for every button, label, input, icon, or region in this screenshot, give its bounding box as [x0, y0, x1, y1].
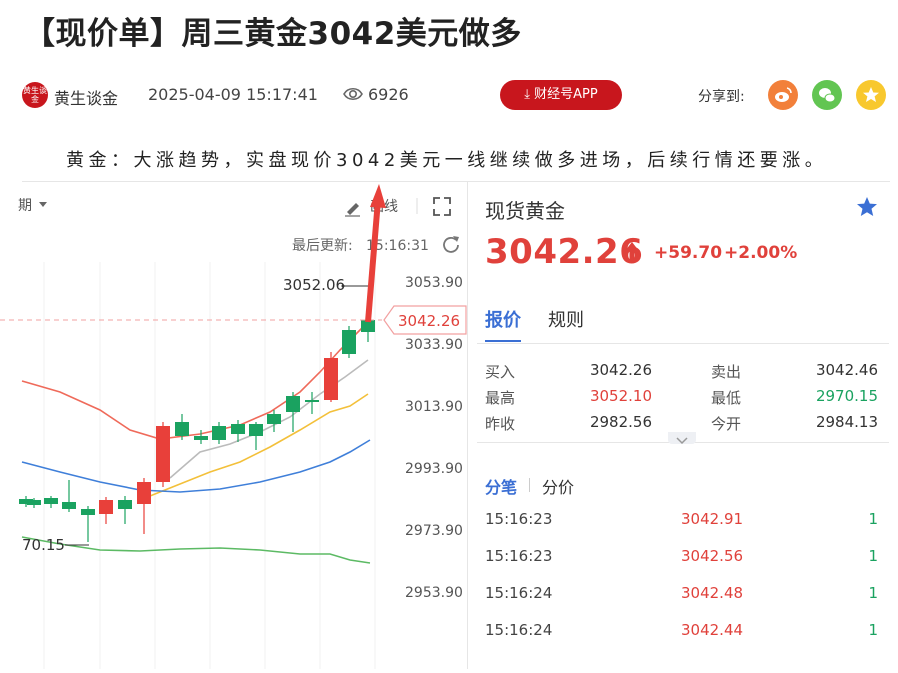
prev-close-label: 昨收: [485, 415, 516, 433]
refresh-icon[interactable]: [443, 236, 459, 253]
trade-time: 15:16:24: [485, 584, 553, 602]
candlestick: [137, 478, 151, 534]
candlestick: [249, 422, 263, 450]
candlestick: [99, 497, 113, 524]
open-label: 今开: [711, 415, 742, 433]
share-label: 分享到:: [698, 89, 745, 105]
kline-chart[interactable]: 期 画线 最后更新: 15:16:31 3053.903033.903013.9…: [0, 182, 467, 669]
app-button-label: 财经号APP: [534, 87, 598, 102]
high-value: 3052.10: [589, 387, 652, 405]
candlestick: [342, 326, 356, 358]
price-tick-label: 2993.90: [405, 461, 463, 477]
article-summary: 黄金：大涨趋势，实盘现价3042美元一线继续做多进场，后续行情还要涨。: [66, 150, 828, 171]
wechat-icon[interactable]: [812, 80, 842, 110]
trade-row: 15:16:23 3042.91 1: [485, 510, 878, 532]
trade-volume: 1: [868, 510, 878, 528]
eye-icon: [342, 83, 364, 109]
trade-price: 3042.56: [681, 547, 744, 565]
trade-row: 15:16:24 3042.48 1: [485, 584, 878, 606]
tab-price-distribution[interactable]: 分价: [542, 474, 574, 498]
view-count: 6926: [368, 85, 409, 104]
low-marker-label: 70.15: [22, 536, 65, 554]
low-value: 2970.15: [815, 387, 878, 405]
trade-price: 3042.44: [681, 621, 744, 639]
moving-average-line: [21, 319, 371, 440]
trade-volume: 1: [868, 547, 878, 565]
price-change: +59.70: [654, 243, 723, 263]
moving-average-line: [21, 536, 371, 564]
high-marker-dot: [341, 284, 345, 288]
candlestick: [44, 496, 58, 508]
trade-time: 15:16:24: [485, 621, 553, 639]
tab-ticks[interactable]: 分笔: [485, 474, 517, 498]
price-tick-label: 2953.90: [405, 585, 463, 601]
author-name[interactable]: 黄生谈金: [54, 85, 118, 109]
trade-time: 15:16:23: [485, 510, 553, 528]
bid-value: 3042.26: [589, 361, 652, 379]
tab-separator: [529, 478, 530, 492]
app-download-button[interactable]: ⤓ 财经号APP: [500, 80, 622, 110]
period-selector[interactable]: 期: [18, 198, 32, 214]
tab-divider: [477, 343, 889, 344]
candlestick: [118, 496, 132, 524]
star-icon[interactable]: [856, 196, 878, 222]
candlestick: [267, 410, 281, 432]
price-tick-label: 3033.90: [405, 337, 463, 353]
active-tab-indicator: [485, 340, 521, 342]
price-change-pct: +2.00%: [724, 243, 798, 263]
fullscreen-icon[interactable]: [433, 197, 451, 216]
price-tick-label: 3053.90: [405, 275, 463, 291]
prev-close-value: 2982.56: [589, 413, 652, 431]
candlestick: [324, 352, 338, 402]
trade-row: 15:16:24 3042.44 1: [485, 621, 878, 643]
trade-volume: 1: [868, 584, 878, 602]
candlestick: [156, 422, 170, 487]
article-meta: 黄生谈金 黄生谈金 2025-04-09 15:17:41 6926 ⤓ 财经号…: [22, 80, 898, 110]
instrument-name: 现货黄金: [485, 199, 565, 223]
trade-price: 3042.48: [681, 584, 744, 602]
chevron-down-icon: [39, 202, 47, 207]
trade-time: 15:16:23: [485, 547, 553, 565]
price-tick-label: 2973.90: [405, 523, 463, 539]
pen-icon[interactable]: [345, 203, 360, 217]
last-update-label: 最后更新:: [292, 238, 353, 254]
tab-rules[interactable]: 规则: [548, 306, 584, 332]
candlestick: [62, 480, 76, 512]
tab-quote[interactable]: 报价: [485, 306, 521, 332]
ask-label: 卖出: [711, 363, 742, 381]
current-price-label: 3042.26: [398, 312, 460, 330]
publish-date: 2025-04-09 15:17:41: [148, 85, 318, 104]
expand-toggle[interactable]: [668, 432, 696, 445]
open-value: 2984.13: [815, 413, 878, 431]
price-tick-label: 3013.90: [405, 399, 463, 415]
high-label: 最高: [485, 389, 516, 407]
author-avatar[interactable]: 黄生谈金: [22, 82, 48, 108]
moving-average-line: [21, 439, 371, 493]
trade-price: 3042.91: [681, 510, 744, 528]
weibo-icon[interactable]: [768, 80, 798, 110]
qzone-icon[interactable]: [856, 80, 886, 110]
kline-chart-canvas[interactable]: 期 画线 最后更新: 15:16:31 3053.903033.903013.9…: [0, 182, 467, 669]
arrow-up-icon: [624, 240, 640, 268]
panel-divider: [467, 182, 468, 669]
current-price-tag: 3042.26: [383, 305, 467, 335]
candlestick: [212, 422, 226, 444]
chevron-down-icon: [676, 437, 688, 445]
bid-label: 买入: [485, 363, 516, 381]
trade-row: 15:16:23 3042.56 1: [485, 547, 878, 569]
download-icon: ⤓: [524, 87, 531, 102]
quote-price: 3042.26: [485, 232, 644, 272]
candlestick: [286, 392, 300, 432]
ask-value: 3042.46: [815, 361, 878, 379]
trade-volume: 1: [868, 621, 878, 639]
article-title: 【现价单】周三黄金3042美元做多: [24, 16, 522, 52]
high-marker-label: 3052.06: [283, 276, 345, 294]
moving-average-line: [149, 393, 369, 497]
low-label: 最低: [711, 389, 742, 407]
candlestick: [81, 506, 95, 542]
